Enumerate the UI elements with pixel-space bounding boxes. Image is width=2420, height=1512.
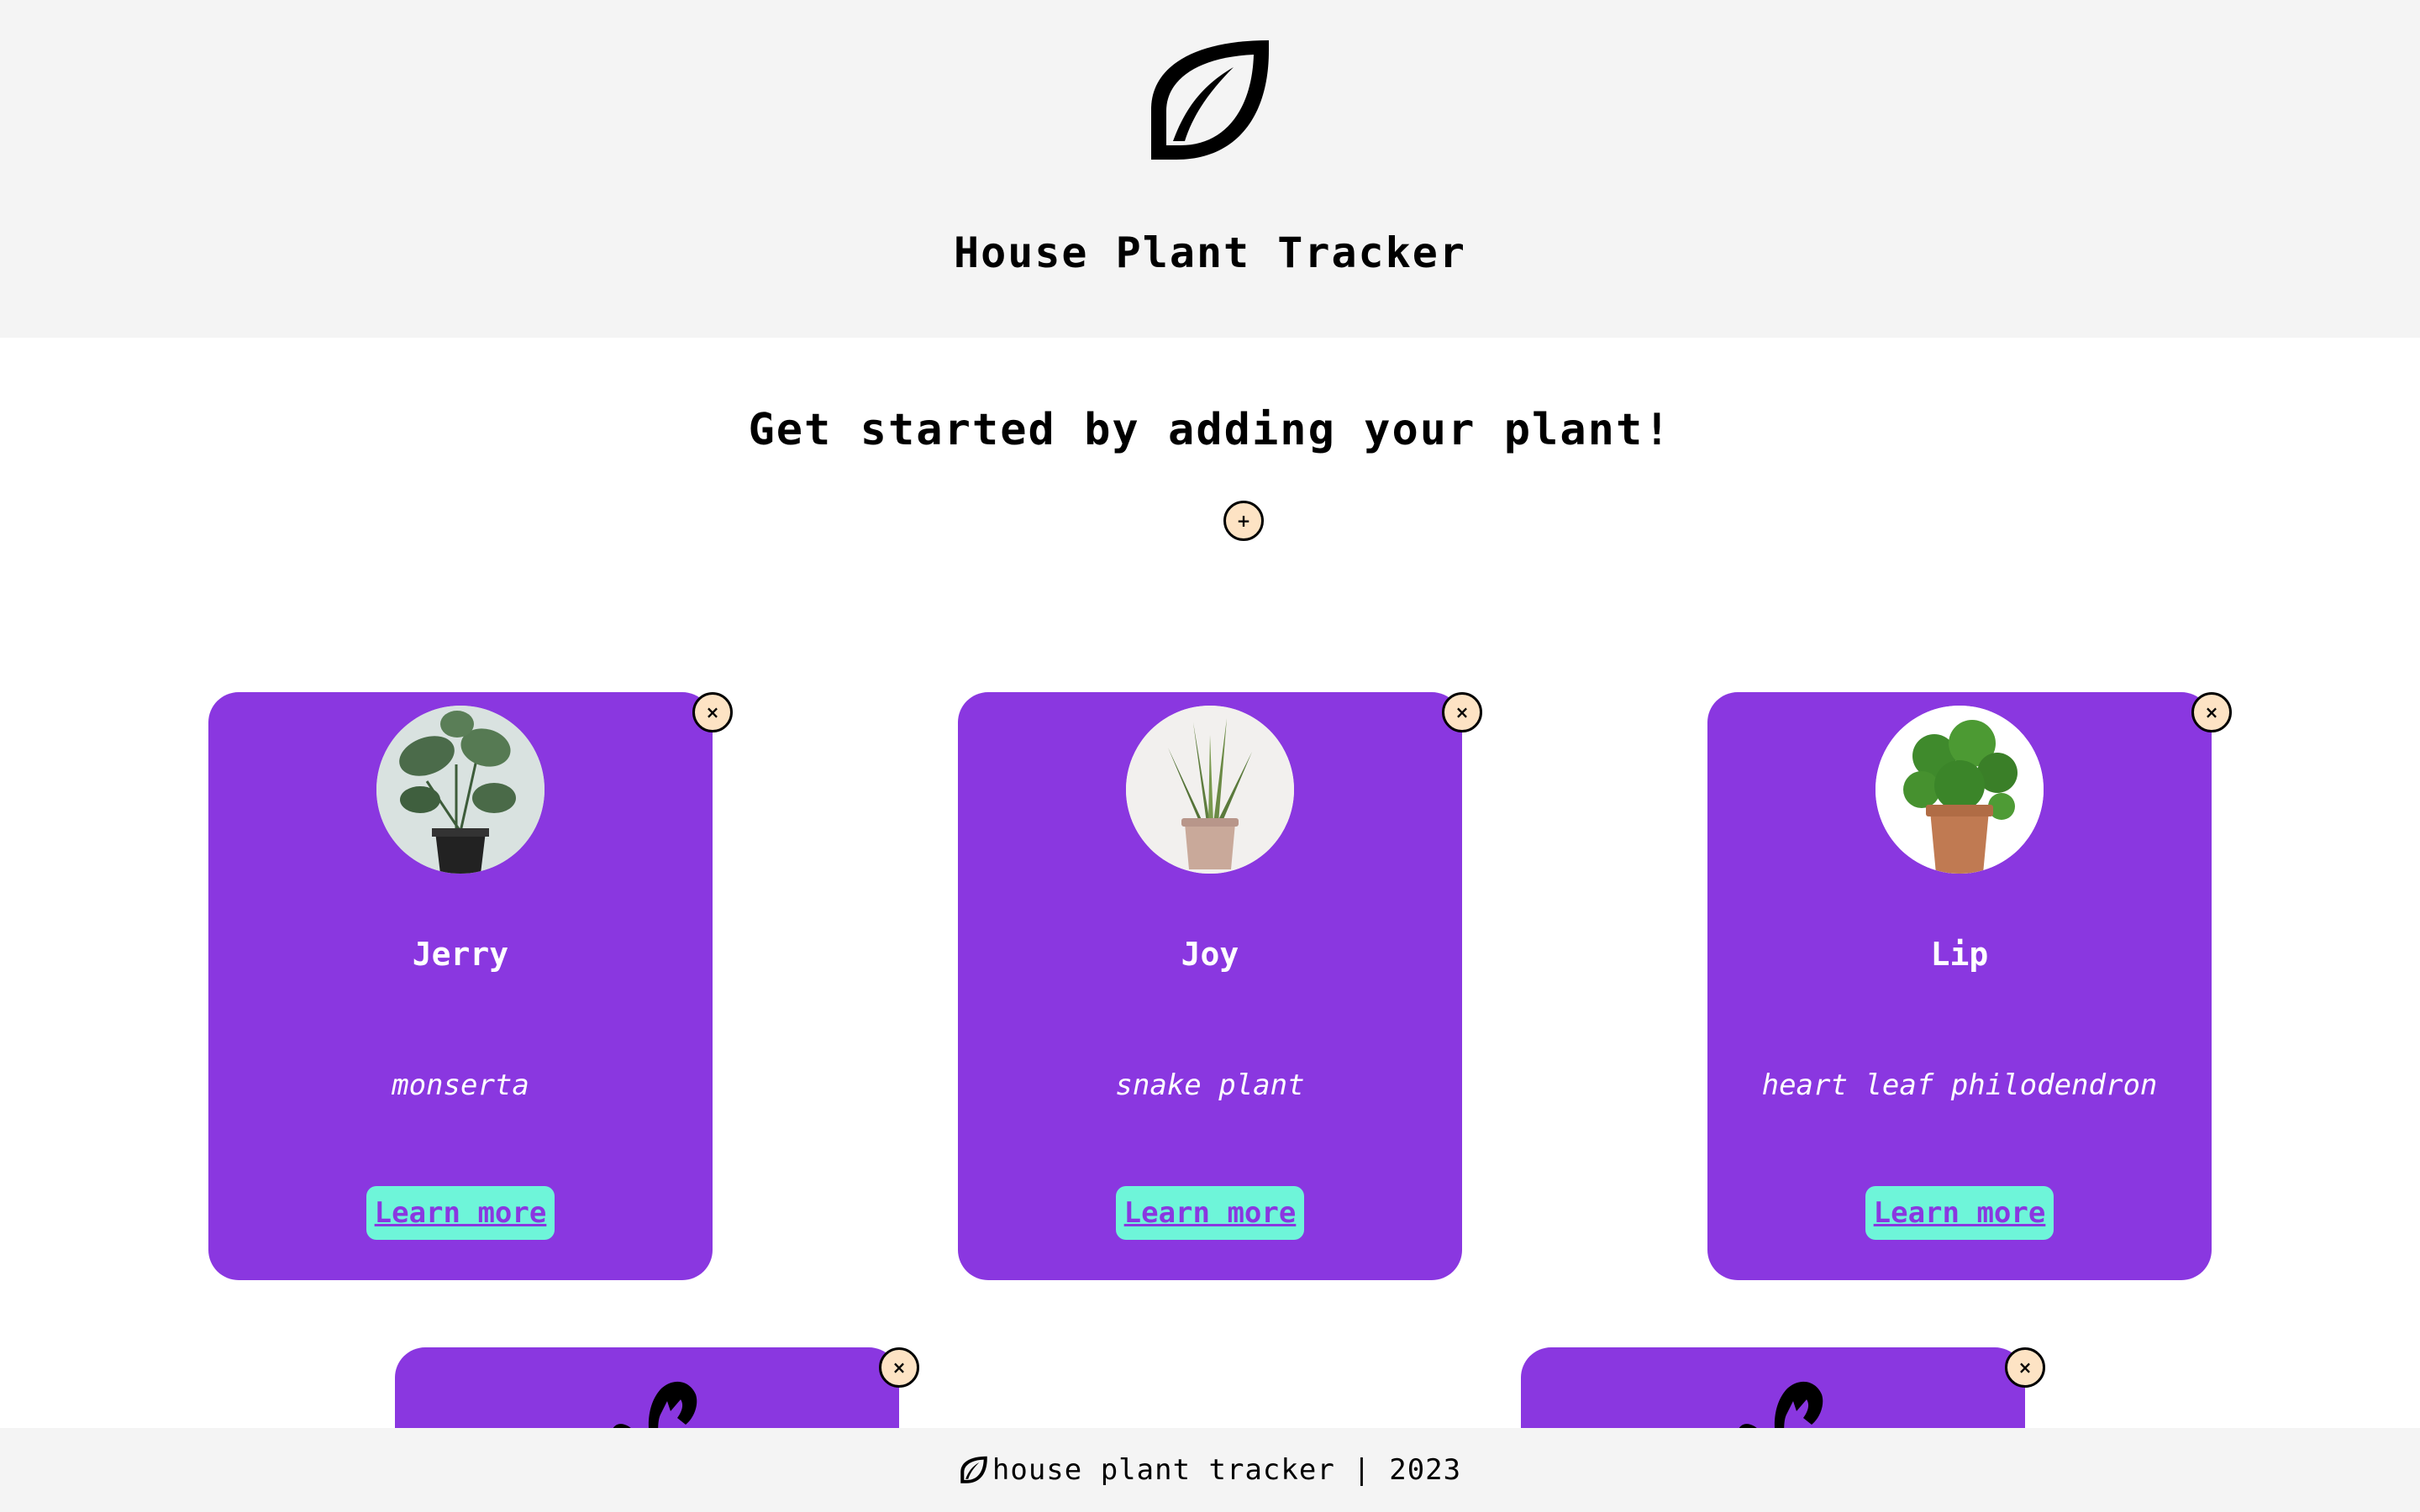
footer-text: house plant tracker | 2023 (992, 1453, 1462, 1487)
remove-plant-button[interactable]: × (2005, 1347, 2045, 1388)
plant-card: × Lip heart leaf philodendron Learn more (1707, 692, 2232, 1280)
app-header: House Plant Tracker (0, 0, 2420, 338)
app-footer: house plant tracker | 2023 (0, 1428, 2420, 1512)
plant-species: snake plant (1115, 1068, 1305, 1102)
add-plant-button[interactable]: + (1223, 501, 1264, 541)
add-plant-prompt: Get started by adding your plant! (748, 405, 1672, 455)
leaf-icon (1151, 40, 1269, 160)
plant-card: × Jerry monserta Learn more (208, 692, 733, 1280)
learn-more-link[interactable]: Learn more (366, 1186, 555, 1240)
philodendron-photo (1876, 706, 2044, 874)
remove-plant-button[interactable]: × (1442, 692, 1482, 732)
remove-plant-button[interactable]: × (2191, 692, 2232, 732)
monstera-photo (376, 706, 544, 874)
plant-name: Lip (1930, 936, 1989, 973)
plant-name: Joy (1181, 936, 1239, 973)
plant-card: × Joy snake plant Learn more (958, 692, 1482, 1280)
learn-more-link[interactable]: Learn more (1116, 1186, 1304, 1240)
snake-plant-photo (1126, 706, 1294, 874)
app-title: House Plant Tracker (954, 228, 1466, 277)
learn-more-link[interactable]: Learn more (1865, 1186, 2054, 1240)
leaf-icon (960, 1456, 987, 1483)
plant-species: monserta (392, 1068, 529, 1102)
plant-name: Jerry (412, 936, 509, 973)
plant-species: heart leaf philodendron (1761, 1068, 2158, 1102)
remove-plant-button[interactable]: × (879, 1347, 919, 1388)
remove-plant-button[interactable]: × (692, 692, 733, 732)
